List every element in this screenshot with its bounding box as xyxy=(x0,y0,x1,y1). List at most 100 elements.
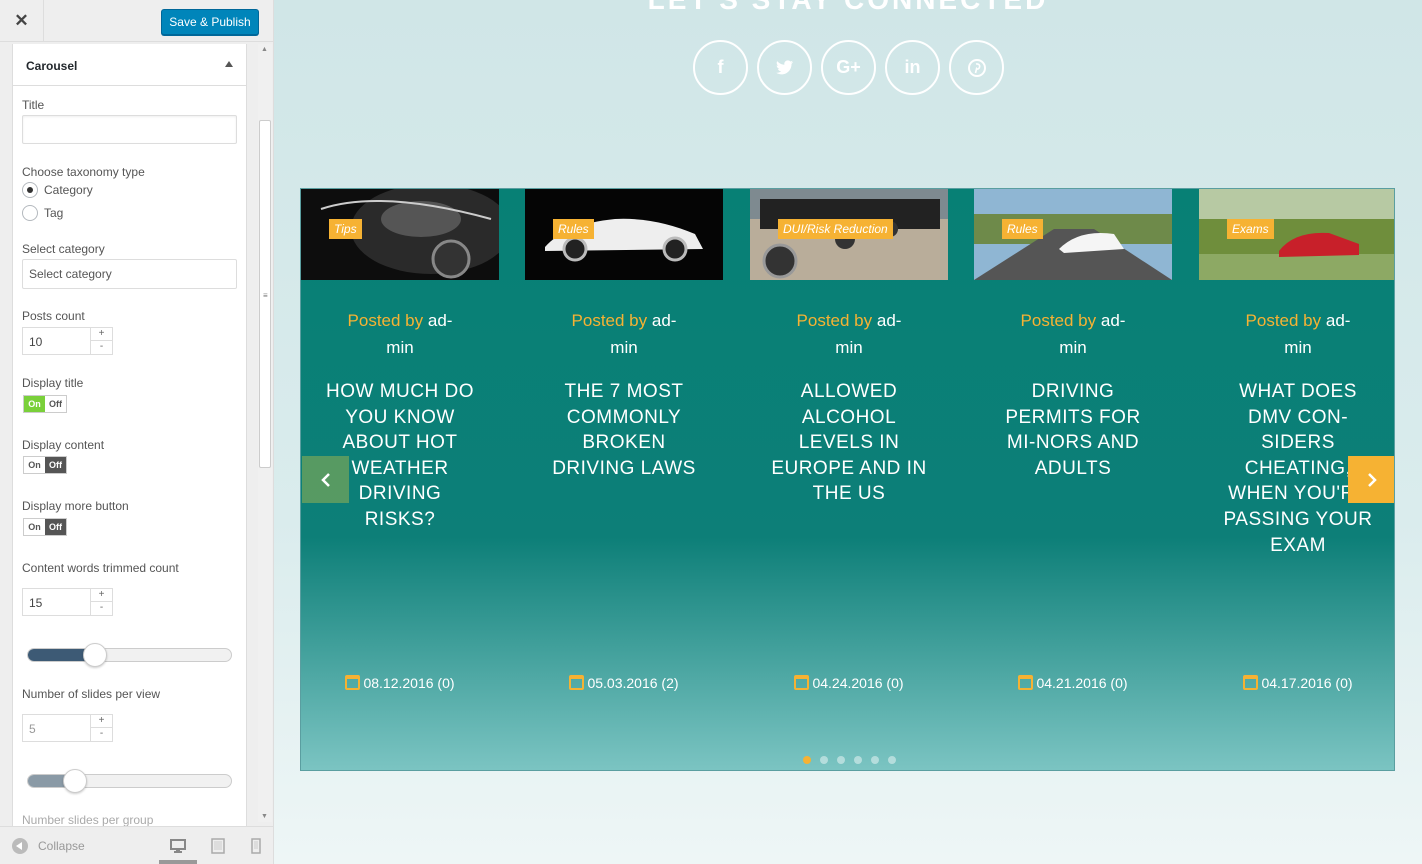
carousel-slide[interactable]: DUI/Risk Reduction Posted by ad-min Allo… xyxy=(750,189,948,769)
posted-by-label: Posted by xyxy=(796,311,873,330)
slides-per-group-label: Number slides per group xyxy=(22,813,154,827)
increment-button[interactable]: + xyxy=(91,328,112,341)
facebook-icon[interactable]: f xyxy=(693,40,748,95)
pagination-dot[interactable] xyxy=(820,756,828,764)
pagination-dot[interactable] xyxy=(888,756,896,764)
posted-by-label: Posted by xyxy=(347,311,424,330)
display-more-toggle[interactable]: On Off xyxy=(23,518,67,536)
close-button[interactable]: ✕ xyxy=(0,0,44,42)
author-name-cont[interactable]: min xyxy=(386,338,413,357)
select-category-label: Select category xyxy=(22,242,105,256)
slider-handle[interactable] xyxy=(63,769,87,793)
trim-count-label: Content words trimmed count xyxy=(22,561,179,575)
post-author: Posted by ad-min xyxy=(525,307,723,361)
save-publish-button[interactable]: Save & Publish xyxy=(161,9,259,35)
pinterest-icon[interactable] xyxy=(949,40,1004,95)
trim-count-slider[interactable] xyxy=(27,643,232,667)
radio-category-button[interactable] xyxy=(22,182,38,198)
toggle-off-label: Off xyxy=(45,396,66,412)
author-name[interactable]: ad- xyxy=(1101,311,1126,330)
display-title-label: Display title xyxy=(22,376,84,390)
collapse-button[interactable]: Collapse xyxy=(12,838,85,854)
slider-handle[interactable] xyxy=(83,643,107,667)
social-links: f G+ in xyxy=(693,40,1004,95)
increment-button[interactable]: + xyxy=(91,589,112,602)
category-badge[interactable]: DUI/Risk Reduction xyxy=(778,219,893,239)
posts-count-stepper[interactable]: 10 + - xyxy=(22,327,113,355)
posts-count-value: 10 xyxy=(29,335,43,349)
author-name-cont[interactable]: min xyxy=(835,338,862,357)
radio-category[interactable]: Category xyxy=(22,182,93,198)
toggle-on-label: On xyxy=(24,519,45,535)
post-title[interactable]: The 7 most commonly broken driving laws xyxy=(545,379,703,481)
category-badge[interactable]: Exams xyxy=(1227,219,1274,239)
active-device-indicator xyxy=(159,860,197,864)
post-meta: 08.12.2016 (0) xyxy=(301,675,499,691)
calendar-icon xyxy=(794,675,810,690)
scroll-up-arrow-icon[interactable]: ▲ xyxy=(261,46,268,53)
carousel-slide[interactable]: Rules Posted by ad-min Driving permits f… xyxy=(974,189,1172,769)
pagination-dot[interactable] xyxy=(837,756,845,764)
slides-per-view-stepper[interactable]: 5 + - xyxy=(22,714,113,742)
slides-per-view-label: Number of slides per view xyxy=(22,687,161,701)
display-more-label: Display more button xyxy=(22,499,129,513)
mobile-icon[interactable] xyxy=(247,838,265,854)
author-name[interactable]: ad- xyxy=(877,311,902,330)
twitter-icon[interactable] xyxy=(757,40,812,95)
slides-per-view-value: 5 xyxy=(29,722,36,736)
carousel-next-button[interactable] xyxy=(1348,456,1394,503)
radio-tag[interactable]: Tag xyxy=(22,205,63,221)
scrollbar-thumb[interactable]: ≡ xyxy=(259,120,271,468)
slides-per-view-slider[interactable] xyxy=(27,769,232,793)
post-title[interactable]: Driving permits for mi-nors and adults xyxy=(994,379,1152,481)
post-date: 08.12.2016 (0) xyxy=(363,675,455,691)
radio-tag-button[interactable] xyxy=(22,205,38,221)
post-title[interactable]: Allowed alcohol levels in Europe and in … xyxy=(770,379,928,507)
section-title: Carousel xyxy=(26,59,78,73)
posts-carousel: Tips Posted by ad-min How much do you kn… xyxy=(300,188,1395,771)
tablet-icon[interactable] xyxy=(209,838,227,854)
customizer-header: ✕ Save & Publish xyxy=(0,0,273,42)
pagination-dot[interactable] xyxy=(871,756,879,764)
google-plus-icon[interactable]: G+ xyxy=(821,40,876,95)
post-author: Posted by ad-min xyxy=(1199,307,1394,361)
increment-button[interactable]: + xyxy=(91,715,112,728)
decrement-button[interactable]: - xyxy=(91,728,112,741)
scroll-down-arrow-icon[interactable]: ▼ xyxy=(261,813,268,820)
category-badge[interactable]: Rules xyxy=(1002,219,1043,239)
post-meta: 04.24.2016 (0) xyxy=(750,675,948,691)
caret-up-icon xyxy=(225,61,233,67)
collapse-arrow-icon xyxy=(12,838,28,854)
site-preview: LET'S STAY CONNECTED f G+ in Tips Posted… xyxy=(274,0,1422,864)
customizer-sidebar: ✕ Save & Publish Carousel Title Choose t… xyxy=(0,0,274,864)
decrement-button[interactable]: - xyxy=(91,602,112,615)
author-name-cont[interactable]: min xyxy=(1059,338,1086,357)
trim-count-stepper[interactable]: 15 + - xyxy=(22,588,113,616)
carousel-slide[interactable]: Rules Posted by ad-min The 7 most common… xyxy=(525,189,723,769)
panel-scrollbar[interactable]: ▲ ≡ ▼ xyxy=(258,44,272,822)
linkedin-icon[interactable]: in xyxy=(885,40,940,95)
category-badge[interactable]: Tips xyxy=(329,219,362,239)
carousel-prev-button[interactable] xyxy=(302,456,349,503)
calendar-icon xyxy=(1018,675,1034,690)
pagination-dot[interactable] xyxy=(803,756,811,764)
desktop-icon[interactable] xyxy=(169,838,187,854)
trim-count-value: 15 xyxy=(29,596,43,610)
category-badge[interactable]: Rules xyxy=(553,219,594,239)
display-content-toggle[interactable]: On Off xyxy=(23,456,67,474)
display-title-toggle[interactable]: On Off xyxy=(23,395,67,413)
author-name[interactable]: ad- xyxy=(428,311,453,330)
pagination-dot[interactable] xyxy=(854,756,862,764)
author-name[interactable]: ad- xyxy=(652,311,677,330)
decrement-button[interactable]: - xyxy=(91,341,112,354)
section-header[interactable]: Carousel xyxy=(13,44,246,86)
post-meta: 05.03.2016 (2) xyxy=(525,675,723,691)
close-icon: ✕ xyxy=(14,11,29,30)
title-input[interactable] xyxy=(22,115,237,144)
author-name[interactable]: ad- xyxy=(1326,311,1351,330)
calendar-icon xyxy=(345,675,361,690)
author-name-cont[interactable]: min xyxy=(610,338,637,357)
author-name-cont[interactable]: min xyxy=(1284,338,1311,357)
select-category-dropdown[interactable]: Select category xyxy=(22,259,237,289)
posted-by-label: Posted by xyxy=(1245,311,1322,330)
